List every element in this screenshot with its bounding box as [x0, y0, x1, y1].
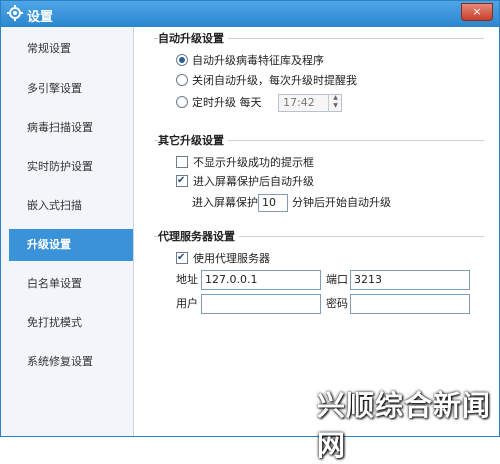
- port-label: 端口: [326, 273, 348, 286]
- address-label: 地址: [176, 273, 198, 286]
- sidebar-item-general[interactable]: 常规设置: [1, 33, 133, 65]
- checkbox-label: 不显示升级成功的提示框: [193, 156, 314, 169]
- checkbox-label: 进入屏幕保护后自动升级: [193, 175, 314, 188]
- sidebar-item-do-not-disturb[interactable]: 免打扰模式: [1, 307, 133, 339]
- watermark: 兴顺综合新闻网: [317, 389, 492, 462]
- sidebar-item-multi-engine[interactable]: 多引擎设置: [1, 73, 133, 105]
- radio-scheduled-upgrade[interactable]: 定时升级 每天: [176, 95, 262, 111]
- checkbox-label: 使用代理服务器: [193, 252, 270, 265]
- radio-label: 定时升级 每天: [192, 96, 262, 109]
- radio-label: 自动升级病毒特征库及程序: [192, 54, 324, 67]
- auto-upgrade-title: 自动升级设置: [158, 30, 228, 46]
- hide-success-tip-option[interactable]: 不显示升级成功的提示框: [176, 155, 314, 171]
- use-proxy-option[interactable]: 使用代理服务器: [176, 250, 270, 267]
- radio-button[interactable]: [176, 74, 188, 86]
- proxy-title: 代理服务器设置: [158, 228, 239, 244]
- window-title: 设置: [27, 10, 54, 25]
- sidebar-item-upgrade[interactable]: 升级设置: [9, 229, 133, 261]
- proxy-password-field[interactable]: [350, 294, 470, 314]
- radio-label: 关闭自动升级，每次升级时提醒我: [192, 74, 357, 87]
- sidebar-item-whitelist[interactable]: 白名单设置: [1, 268, 133, 300]
- title-bar[interactable]: 设置 ×: [1, 1, 499, 27]
- checkbox[interactable]: [176, 173, 188, 189]
- sidebar-item-system-repair[interactable]: 系统修复设置: [1, 346, 133, 378]
- password-label: 密码: [326, 297, 348, 310]
- radio-button[interactable]: [176, 54, 188, 66]
- radio-remind-upgrade[interactable]: 关闭自动升级，每次升级时提醒我: [176, 73, 357, 89]
- sidebar-item-realtime-protection[interactable]: 实时防护设置: [1, 151, 133, 183]
- gear-icon: [7, 5, 23, 21]
- proxy-user-field[interactable]: [201, 294, 321, 314]
- close-icon: ×: [472, 5, 482, 18]
- delay-suffix-label: 分钟后开始自动升级: [292, 196, 391, 209]
- radio-auto-upgrade[interactable]: 自动升级病毒特征库及程序: [176, 53, 324, 69]
- checkbox[interactable]: [176, 250, 188, 266]
- sidebar-item-embedded-scan[interactable]: 嵌入式扫描: [1, 190, 133, 222]
- delay-prefix-label: 进入屏幕保护: [192, 196, 258, 209]
- screensaver-upgrade-option[interactable]: 进入屏幕保护后自动升级: [176, 173, 314, 190]
- upgrade-settings-panel: 自动升级设置 自动升级病毒特征库及程序 关闭自动升级，每次升级时提醒我 定时升级…: [134, 27, 499, 436]
- spin-up-icon[interactable]: ▲: [329, 94, 342, 102]
- proxy-address-field[interactable]: 127.0.0.1: [201, 270, 321, 290]
- spin-down-icon[interactable]: ▼: [329, 102, 342, 110]
- checkbox[interactable]: [176, 156, 188, 168]
- time-spinner[interactable]: ▲ ▼: [328, 94, 342, 112]
- delay-minutes-field[interactable]: 10: [258, 194, 288, 212]
- user-label: 用户: [176, 297, 198, 310]
- sidebar-item-virus-scan[interactable]: 病毒扫描设置: [1, 112, 133, 144]
- close-button[interactable]: ×: [461, 3, 493, 21]
- settings-window: 设置 × 常规设置 多引擎设置 病毒扫描设置 实时防护设置 嵌入式扫描 升级设置…: [0, 0, 500, 462]
- sidebar: 常规设置 多引擎设置 病毒扫描设置 实时防护设置 嵌入式扫描 升级设置 白名单设…: [1, 27, 134, 436]
- radio-button[interactable]: [176, 96, 188, 108]
- other-upgrade-title: 其它升级设置: [158, 132, 228, 148]
- proxy-port-field[interactable]: 3213: [350, 270, 470, 290]
